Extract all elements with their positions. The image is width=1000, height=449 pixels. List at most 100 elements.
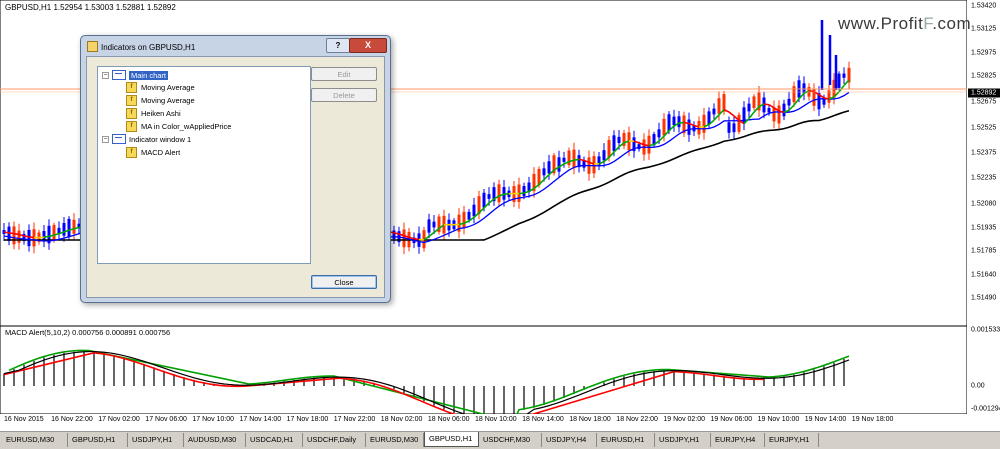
candle-body bbox=[488, 194, 491, 199]
candle-body bbox=[523, 186, 526, 196]
candle-body bbox=[13, 226, 16, 244]
chart-tab[interactable]: USDCAD,H1 bbox=[246, 433, 303, 447]
candle-body bbox=[558, 157, 561, 171]
candle-body bbox=[73, 220, 76, 234]
candle-body bbox=[658, 129, 661, 137]
minus-box-icon[interactable]: − bbox=[102, 136, 109, 143]
candle-body bbox=[548, 161, 551, 173]
candle-body bbox=[788, 99, 791, 106]
candle-body bbox=[468, 212, 471, 220]
chart-tabs: EURUSD,M30GBPUSD,H1USDJPY,H1AUDUSD,M30US… bbox=[0, 431, 1000, 449]
candle-body bbox=[573, 150, 576, 168]
ma-color-segment bbox=[4, 232, 9, 233]
candle-body bbox=[728, 122, 731, 133]
time-axis-label: 18 Nov 06:00 bbox=[428, 416, 470, 423]
candle-body bbox=[28, 230, 31, 246]
tree-item-ma-2[interactable]: fMoving Average bbox=[126, 95, 195, 106]
ma-color-segment bbox=[9, 233, 14, 234]
tree-item-heiken-ashi[interactable]: fHeiken Ashi bbox=[126, 108, 181, 119]
macd-window[interactable] bbox=[0, 326, 967, 414]
tree-item-ma-1[interactable]: fMoving Average bbox=[126, 82, 195, 93]
indicator-icon bbox=[87, 41, 98, 52]
chart-tab[interactable]: EURUSD,H1 bbox=[597, 433, 655, 447]
help-button[interactable]: ? bbox=[326, 38, 350, 53]
chart-tab[interactable]: USDCHF,M30 bbox=[479, 433, 542, 447]
candle-body bbox=[713, 109, 716, 115]
close-button[interactable]: Close bbox=[311, 275, 377, 289]
tree-node-indicator-window[interactable]: − Indicator window 1 bbox=[102, 134, 191, 144]
minus-box-icon[interactable]: − bbox=[102, 72, 109, 79]
price-axis: 1.534201.531251.529751.528251.526751.525… bbox=[967, 0, 1000, 326]
time-axis-label: 19 Nov 18:00 bbox=[852, 416, 894, 423]
candle-body bbox=[723, 94, 726, 112]
price-axis-label: 1.53420 bbox=[971, 3, 996, 10]
ma-color-segment bbox=[809, 91, 814, 92]
ma-color-segment bbox=[519, 193, 524, 194]
close-icon[interactable]: X bbox=[349, 38, 387, 53]
indicators-dialog: Indicators on GBPUSD,H1 ? X − Main chart… bbox=[80, 35, 391, 303]
price-axis-label: 1.52235 bbox=[971, 175, 996, 182]
candle-body bbox=[433, 222, 436, 228]
price-axis-label: 1.51785 bbox=[971, 248, 996, 255]
ma-color-segment bbox=[14, 234, 19, 235]
ma-color-segment bbox=[24, 236, 29, 237]
time-axis: 16 Nov 201516 Nov 22:0017 Nov 02:0017 No… bbox=[0, 414, 967, 428]
candle-body bbox=[768, 108, 771, 113]
candle-body bbox=[618, 137, 621, 143]
time-axis-label: 17 Nov 02:00 bbox=[98, 416, 140, 423]
time-axis-label: 17 Nov 06:00 bbox=[145, 416, 187, 423]
macd-axis-label: -0.001294 bbox=[971, 406, 1000, 413]
ma-color-segment bbox=[459, 223, 464, 224]
time-axis-label: 18 Nov 22:00 bbox=[616, 416, 658, 423]
chart-tab[interactable]: EURUSD,M30 bbox=[366, 433, 424, 447]
ma-color-segment bbox=[679, 122, 684, 123]
price-axis-label: 1.51640 bbox=[971, 272, 996, 279]
indicator-icon: f bbox=[126, 121, 137, 132]
candle-body bbox=[593, 156, 596, 173]
candle-body bbox=[688, 120, 691, 135]
time-axis-label: 17 Nov 14:00 bbox=[240, 416, 282, 423]
time-axis-label: 18 Nov 10:00 bbox=[475, 416, 517, 423]
chart-tab[interactable]: GBPUSD,H1 bbox=[424, 432, 479, 447]
price-axis-label: 1.52080 bbox=[971, 201, 996, 208]
time-axis-label: 18 Nov 14:00 bbox=[522, 416, 564, 423]
candle-body bbox=[673, 117, 676, 125]
indicator-tree[interactable]: − Main chart fMoving Average fMoving Ave… bbox=[97, 66, 311, 264]
edit-button[interactable]: Edit bbox=[311, 67, 377, 81]
time-axis-label: 19 Nov 14:00 bbox=[805, 416, 847, 423]
candle-body bbox=[748, 104, 751, 112]
tree-item-macd-alert[interactable]: fMACD Alert bbox=[126, 147, 180, 158]
candle-body bbox=[463, 212, 466, 229]
candle-body bbox=[663, 119, 666, 136]
ma-color-segment bbox=[44, 236, 49, 237]
macd-axis-label: 0.001533 bbox=[971, 327, 1000, 334]
chart-tab[interactable]: EURJPY,H1 bbox=[765, 433, 819, 447]
candle-body bbox=[733, 123, 736, 132]
window-icon bbox=[112, 70, 126, 80]
chart-tab[interactable]: USDCHF,Daily bbox=[303, 433, 366, 447]
time-axis-label: 19 Nov 02:00 bbox=[663, 416, 705, 423]
candle-body bbox=[843, 74, 846, 78]
chart-tab[interactable]: USDJPY,H4 bbox=[542, 433, 597, 447]
tree-node-main-chart[interactable]: − Main chart bbox=[102, 70, 168, 80]
chart-tab[interactable]: AUDUSD,M30 bbox=[184, 433, 246, 447]
candle-body bbox=[563, 158, 566, 162]
price-axis-label: 1.51935 bbox=[971, 225, 996, 232]
candle-body bbox=[498, 184, 501, 202]
chart-tab[interactable]: USDJPY,H1 bbox=[128, 433, 184, 447]
dialog-title: Indicators on GBPUSD,H1 bbox=[87, 41, 195, 52]
candle-body bbox=[63, 223, 66, 236]
delete-button[interactable]: Delete bbox=[311, 88, 377, 102]
chart-tab[interactable]: EURJPY,H4 bbox=[711, 433, 765, 447]
chart-tab[interactable]: GBPUSD,H1 bbox=[68, 433, 128, 447]
price-axis-label: 1.53125 bbox=[971, 26, 996, 33]
candle-body bbox=[638, 144, 641, 149]
candle-body bbox=[473, 205, 476, 217]
macd-axis-label: 0.00 bbox=[971, 383, 985, 390]
candle-body bbox=[608, 140, 611, 157]
chart-tab[interactable]: EURUSD,M30 bbox=[2, 433, 68, 447]
ma-color-segment bbox=[579, 159, 584, 160]
tree-item-ma-in-color[interactable]: fMA in Color_wAppliedPrice bbox=[126, 121, 231, 132]
time-axis-label: 18 Nov 02:00 bbox=[381, 416, 423, 423]
chart-tab[interactable]: USDJPY,H1 bbox=[655, 433, 711, 447]
